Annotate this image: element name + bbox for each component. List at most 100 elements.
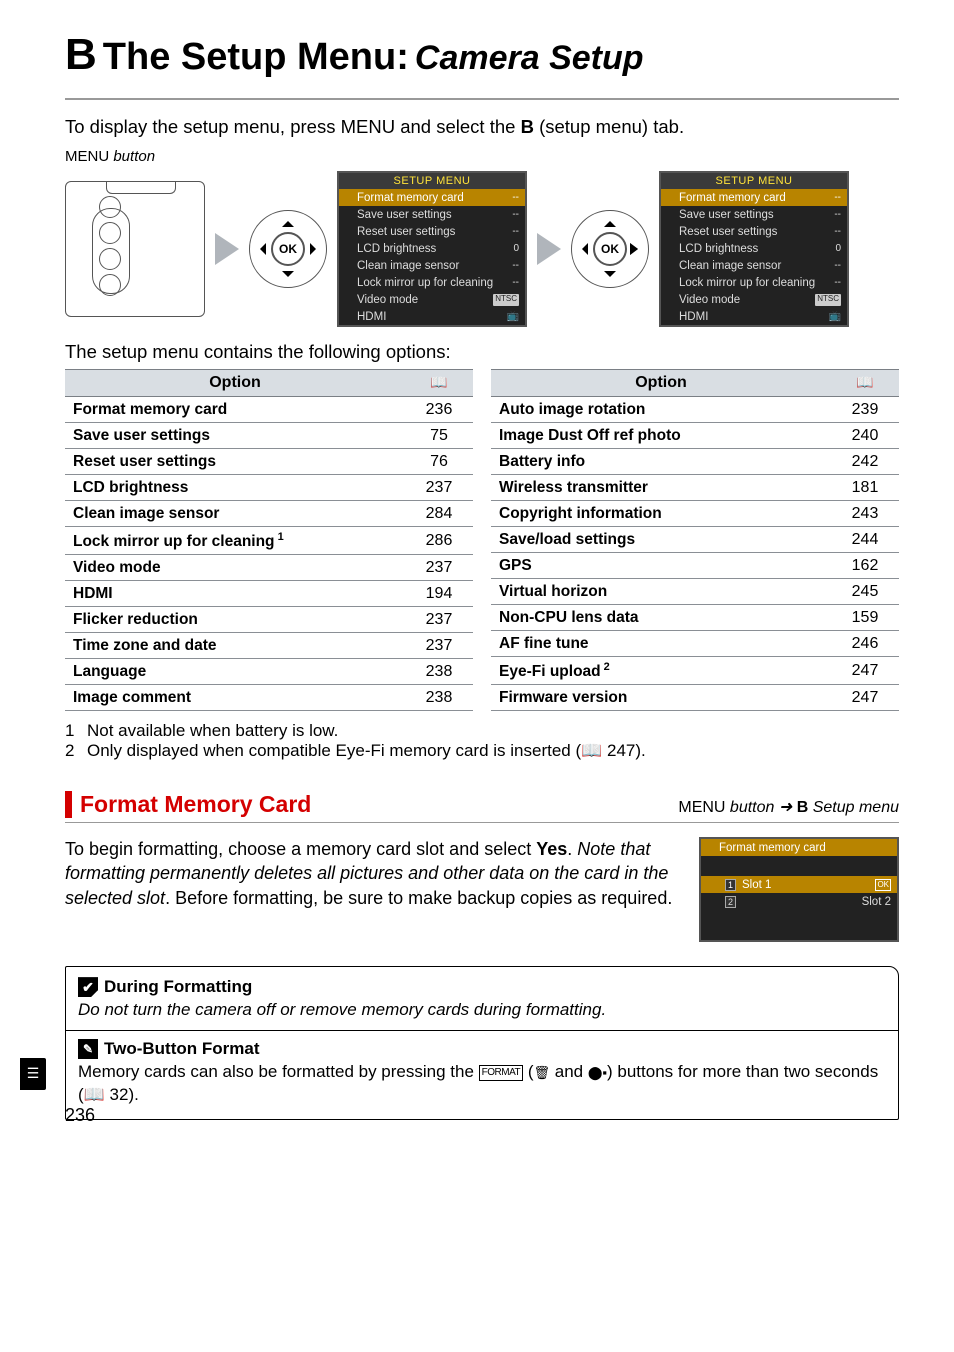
lcd-row-label: Save user settings [679,209,774,221]
option-name: AF fine tune [491,631,831,657]
page-title-row: B The Setup Menu: Camera Setup [65,30,899,80]
note2-heading-text: Two-Button Format [104,1039,259,1059]
path-mid: button ➜ [725,799,796,816]
table-row: Flicker reduction237 [65,607,473,633]
option-name: Save user settings [65,423,405,449]
option-name: Image Dust Off ref photo [491,423,831,449]
lcd-row-value: 📺 [829,311,841,323]
table-row: LCD brightness237 [65,475,473,501]
option-page: 242 [831,449,899,475]
lcd-menu-row: LCD brightness0 [339,240,525,257]
lcd-row-label: Clean image sensor [679,260,781,272]
intro-pre: To display the setup menu, press [65,116,341,137]
slot1-label: Slot 1 [742,879,771,891]
table-row: AF fine tune246 [491,631,899,657]
footnotes: 1Not available when battery is low.2Only… [65,721,899,761]
option-page: 247 [831,657,899,685]
menu-btn-suffix: button [109,148,155,165]
note2-heading: ✎ Two-Button Format [78,1039,886,1059]
option-name: Auto image rotation [491,397,831,423]
lcd-row-label: LCD brightness [679,243,758,255]
th-page-icon: 📖 [405,370,473,397]
table-row: Auto image rotation239 [491,397,899,423]
options-table-right: Option 📖 Auto image rotation239Image Dus… [491,369,899,711]
th-option: Option [65,370,405,397]
option-page: 245 [831,579,899,605]
note2-body: Memory cards can also be formatted by pr… [78,1061,886,1107]
option-name: Time zone and date [65,633,405,659]
arrow-icon [537,233,561,265]
trash-icon: 🗑 [534,1065,551,1080]
option-name: Firmware version [491,685,831,711]
option-page: 239 [831,397,899,423]
lcd-row-label: Reset user settings [357,226,455,238]
option-page: 247 [831,685,899,711]
option-page: 236 [405,397,473,423]
table-row: Language238 [65,659,473,685]
intro-post: (setup menu) tab. [534,116,684,137]
option-name: Copyright information [491,501,831,527]
option-name: Non-CPU lens data [491,605,831,631]
lcd-row-value: -- [512,226,519,238]
table-row: Format memory card236 [65,397,473,423]
table-row: Copyright information243 [491,501,899,527]
lcd-menu-row: Reset user settings-- [661,223,847,240]
setup-icon: B [65,30,97,80]
title-divider [65,98,899,100]
format-tag-icon: FORMAT [479,1065,523,1081]
option-page: 159 [831,605,899,631]
lcd-row-label: Format memory card [679,192,786,204]
option-page: 240 [831,423,899,449]
section-title: Format Memory Card [80,791,311,818]
table-row: Save/load settings244 [491,527,899,553]
footnote-number: 1 [65,721,79,741]
option-page: 238 [405,685,473,711]
book-icon: 📖 [430,374,447,390]
note-divider [66,1030,898,1031]
lcd-menu-row: HDMI📺 [661,308,847,325]
table-row: Eye-Fi upload 2247 [491,657,899,685]
menu-btn-name: MENU [65,148,109,165]
lcd-row-value: -- [512,209,519,221]
title-sub: Camera Setup [415,39,644,78]
footnote-ref: 1 [275,531,284,543]
footnote: 2Only displayed when compatible Eye-Fi m… [65,741,899,761]
lcd-menu-row: Video modeNTSC [339,291,525,308]
option-page: 162 [831,553,899,579]
multi-selector-diagram: OK [249,210,327,288]
table-row: Reset user settings76 [65,449,473,475]
option-name: Video mode [65,555,405,581]
table-row: Video mode237 [65,555,473,581]
table-row: Clean image sensor284 [65,501,473,527]
setup-icon-path: B [797,799,809,816]
option-name: Language [65,659,405,685]
section-breadcrumb: MENU button ➜ B Setup menu [678,797,899,817]
format-lcd-screenshot: Format memory card 1 Slot 1 OK 2 Slot 2 [699,837,899,942]
lcd-row-value: -- [834,277,841,289]
table-row: Wireless transmitter181 [491,475,899,501]
path-post: Setup menu [808,799,899,816]
option-name: Format memory card [65,397,405,423]
option-page: 286 [405,527,473,555]
option-page: 181 [831,475,899,501]
format-body-text: To begin formatting, choose a memory car… [65,837,685,942]
lcd-format-title: Format memory card [701,839,897,856]
option-name: Save/load settings [491,527,831,553]
lcd-row-label: Lock mirror up for cleaning [679,277,815,289]
option-name: Reset user settings [65,449,405,475]
meter-icon: ⬤▪ [588,1065,607,1080]
lcd-menu-row: Video modeNTSC [661,291,847,308]
lcd-row-label: Reset user settings [679,226,777,238]
slot-icon: 2 [725,896,736,908]
option-name: GPS [491,553,831,579]
lcd-menu-row: Reset user settings -- [339,223,525,240]
table-row: Save user settings75 [65,423,473,449]
table-row: Lock mirror up for cleaning 1286 [65,527,473,555]
footnote-text: Only displayed when compatible Eye-Fi me… [87,741,646,761]
lcd-row-label: HDMI [357,311,386,323]
lcd-menu-row: HDMI📺 [339,308,525,325]
lcd-row-label: Clean image sensor [357,260,459,272]
note1-body-text: Do not turn the camera off or remove mem… [78,1000,606,1019]
slot-icon: 1 [725,879,736,891]
lcd-menu-row: Clean image sensor-- [339,257,525,274]
